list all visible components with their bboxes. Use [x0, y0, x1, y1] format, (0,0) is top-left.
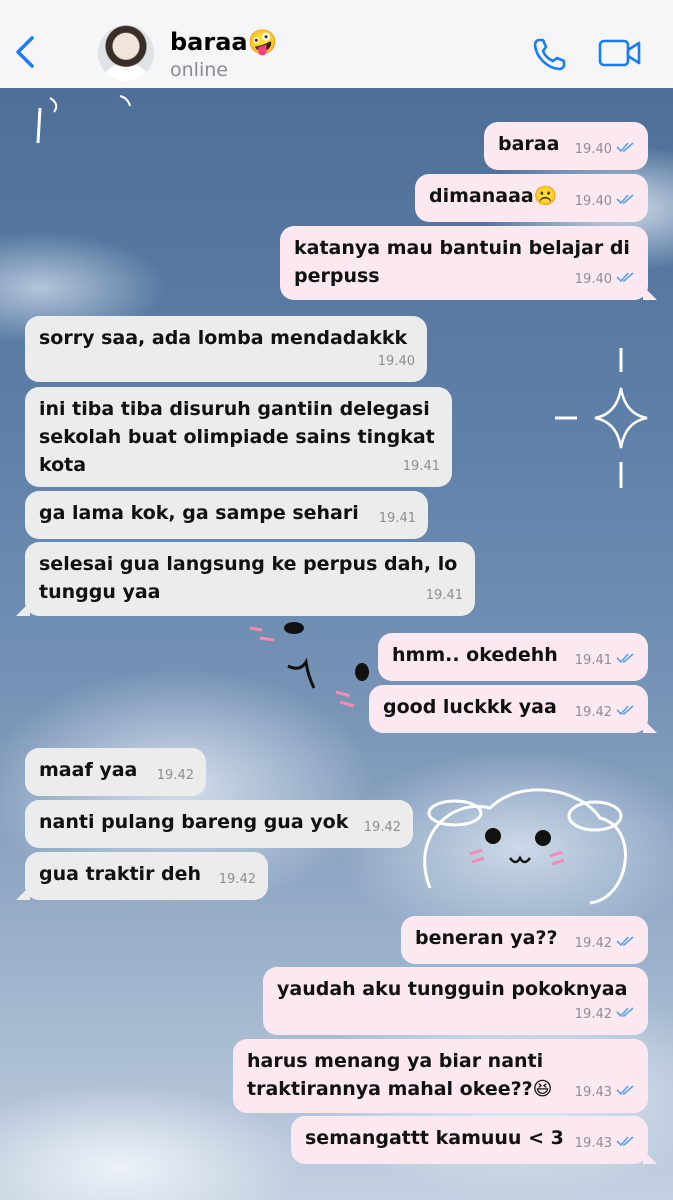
message-time: 19.42	[363, 820, 401, 835]
outgoing-message-bubble[interactable]: baraa 19.40	[484, 122, 648, 170]
message-meta: 19.42	[575, 1001, 636, 1029]
message-time: 19.43	[574, 1085, 612, 1100]
contact-name[interactable]: baraa🤪	[170, 28, 277, 56]
message-time: 19.40	[574, 194, 612, 209]
message-text: selesai gua langsung ke perpus dah, lo t…	[39, 553, 458, 603]
read-ticks-icon	[616, 188, 636, 216]
message-meta: 19.40	[575, 188, 636, 216]
lines-doodle	[36, 95, 131, 144]
incoming-message-bubble[interactable]: nanti pulang bareng gua yok 19.42	[25, 800, 413, 848]
outgoing-message-bubble[interactable]: katanya mau bantuin belajar di perpuss 19…	[280, 226, 657, 300]
incoming-message-bubble[interactable]: ini tiba tiba disuruh gantiin delegasi s…	[25, 387, 452, 487]
message-time: 19.42	[574, 705, 612, 720]
message-meta: 19.40	[575, 136, 636, 164]
message-text: nanti pulang bareng gua yok	[39, 811, 349, 833]
message-text: semangattt kamuuu < 3	[305, 1127, 564, 1149]
message-meta: 19.42	[575, 930, 636, 958]
outgoing-message-bubble[interactable]: good luckkk yaa 19.42	[369, 685, 657, 733]
outgoing-message-bubble[interactable]: semangattt kamuuu < 3 19.43	[291, 1116, 657, 1164]
read-ticks-icon	[616, 930, 636, 958]
bubble-tail	[643, 719, 657, 733]
read-ticks-icon	[616, 699, 636, 727]
message-meta: 19.41	[379, 505, 416, 533]
message-meta: 19.41	[575, 647, 636, 675]
message-text: ini tiba tiba disuruh gantiin delegasi s…	[39, 398, 435, 476]
cloud-face-doodle	[423, 788, 627, 905]
avatar[interactable]	[98, 25, 154, 81]
message-time: 19.41	[402, 459, 440, 474]
message-text: baraa	[498, 133, 560, 155]
video-camera-icon[interactable]	[598, 38, 642, 72]
message-time: 19.42	[574, 1007, 612, 1022]
chevron-left-icon[interactable]	[12, 34, 40, 74]
message-time: 19.40	[377, 354, 415, 369]
bubble-tail	[643, 1150, 657, 1164]
message-meta: 19.42	[364, 814, 401, 842]
message-time: 19.42	[574, 936, 612, 951]
message-time: 19.40	[574, 272, 612, 287]
message-time: 19.41	[574, 653, 612, 668]
read-ticks-icon	[616, 1079, 636, 1107]
incoming-message-bubble[interactable]: selesai gua langsung ke perpus dah, lo t…	[16, 542, 475, 616]
message-text: maaf yaa	[39, 759, 138, 781]
incoming-message-bubble[interactable]: ga lama kok, ga sampe sehari 19.41	[25, 491, 428, 539]
outgoing-message-bubble[interactable]: beneran ya?? 19.42	[401, 916, 648, 964]
message-meta: 19.40	[575, 266, 636, 294]
message-meta: 19.42	[575, 699, 636, 727]
message-meta: 19.43	[575, 1079, 636, 1107]
message-text: gua traktir deh	[39, 863, 202, 885]
outgoing-message-bubble[interactable]: dimanaaa☹️ 19.40	[415, 174, 648, 222]
face-doodle	[249, 622, 369, 708]
message-text: beneran ya??	[415, 927, 558, 949]
message-text: hmm.. okedehh	[392, 644, 558, 666]
bubble-tail	[16, 886, 30, 900]
message-text: harus menang ya biar nanti traktirannya …	[247, 1050, 553, 1100]
read-ticks-icon	[616, 647, 636, 675]
read-ticks-icon	[616, 1130, 636, 1158]
message-text: sorry saa, ada lomba mendadakkk	[39, 327, 408, 349]
sparkle-doodle	[555, 348, 648, 488]
message-meta: 19.42	[219, 866, 256, 894]
message-meta: 19.41	[403, 453, 440, 481]
message-time: 19.42	[218, 872, 256, 887]
message-text: ga lama kok, ga sampe sehari	[39, 502, 359, 524]
read-ticks-icon	[616, 1001, 636, 1029]
message-time: 19.43	[574, 1136, 612, 1151]
message-text: dimanaaa☹️	[429, 185, 558, 207]
message-meta: 19.40	[378, 348, 415, 376]
incoming-message-bubble[interactable]: sorry saa, ada lomba mendadakkk 19.40	[25, 316, 427, 382]
bubble-tail	[643, 286, 657, 300]
bubble-tail	[16, 602, 30, 616]
message-meta: 19.43	[575, 1130, 636, 1158]
outgoing-message-bubble[interactable]: harus menang ya biar nanti traktirannya …	[233, 1039, 648, 1113]
message-meta: 19.42	[157, 762, 194, 790]
message-text: yaudah aku tungguin pokoknyaa	[277, 978, 628, 1000]
incoming-message-bubble[interactable]: gua traktir deh 19.42	[16, 852, 268, 900]
message-time: 19.40	[574, 142, 612, 157]
read-ticks-icon	[616, 266, 636, 294]
message-time: 19.41	[425, 588, 463, 603]
read-ticks-icon	[616, 136, 636, 164]
incoming-message-bubble[interactable]: maaf yaa 19.42	[25, 748, 206, 796]
contact-status: online	[170, 59, 228, 81]
outgoing-message-bubble[interactable]: yaudah aku tungguin pokoknyaa 19.42	[263, 967, 648, 1035]
message-time: 19.42	[156, 768, 194, 783]
message-time: 19.41	[378, 511, 416, 526]
phone-icon[interactable]	[532, 36, 568, 76]
message-meta: 19.41	[426, 582, 463, 610]
outgoing-message-bubble[interactable]: hmm.. okedehh 19.41	[378, 633, 648, 681]
message-text: good luckkk yaa	[383, 696, 557, 718]
chat-header: baraa🤪 online	[0, 0, 673, 89]
